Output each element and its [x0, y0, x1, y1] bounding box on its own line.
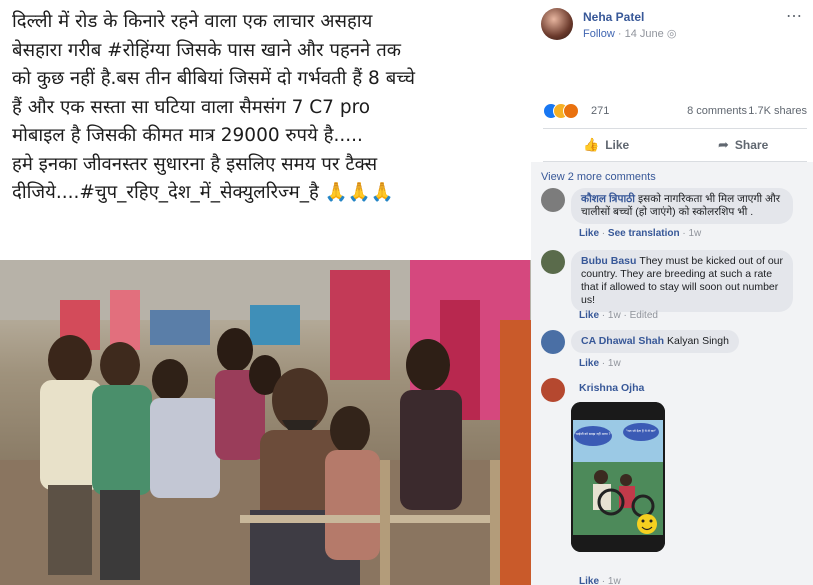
view-more-comments-link[interactable]: View 2 more comments	[541, 171, 656, 183]
post-date[interactable]: 14 June	[625, 28, 664, 40]
comment-time[interactable]: 1w	[608, 310, 621, 321]
comment-like-link[interactable]: Like	[579, 358, 599, 369]
comment-time[interactable]: 1w	[608, 576, 621, 585]
caption-line: दीजिये....#चुप_रहिए_देश_में_सेक्युलरिज्म…	[12, 182, 394, 203]
sticker-text-right: "रात जो देता है ये ले कर"	[626, 429, 656, 433]
more-options-icon[interactable]: ⋯	[786, 6, 803, 26]
comment-meta: Like · 1w	[579, 576, 621, 585]
avatar[interactable]	[541, 250, 565, 274]
comment: Bubu Basu They must be kicked out of our …	[541, 250, 803, 326]
thumbs-up-icon: 👍	[583, 137, 600, 152]
comment: CA Dhawal Shah Kalyan Singh Like · 1w	[541, 330, 803, 374]
post-photo	[0, 260, 531, 585]
caption-line: बेसहारा गरीब #रोहिंग्या जिसके पास खाने औ…	[12, 39, 401, 61]
comment-author[interactable]: Krishna Ojha	[579, 382, 644, 394]
reaction-count[interactable]: 271	[591, 105, 609, 117]
comment-meta: Like · See translation · 1w	[579, 228, 702, 239]
post-header: Neha Patel Follow · 14 June ◎ ⋯	[541, 8, 811, 42]
caption-line: हमे इनका जीवनस्तर सुधारना है इसलिए समय प…	[12, 153, 378, 175]
like-button-label: Like	[605, 138, 630, 152]
share-button[interactable]: ➦ Share	[718, 137, 768, 153]
caption-line: को कुछ नहीं है.बस तीन बीबियां जिसमें दो …	[12, 68, 415, 89]
comment-like-link[interactable]: Like	[579, 228, 599, 239]
post-actions: 👍 Like ➦ Share	[543, 128, 807, 162]
comment: Krishna Ojha "भाईजी को समझ नहीं आया ?" "…	[541, 378, 803, 585]
avatar[interactable]	[541, 330, 565, 354]
comment-author[interactable]: CA Dhawal Shah	[581, 335, 664, 347]
share-button-label: Share	[734, 138, 769, 152]
share-count[interactable]: 1.7K shares	[748, 105, 807, 117]
facebook-side-panel: Neha Patel Follow · 14 June ◎ ⋯ 271 8 co…	[531, 0, 813, 585]
see-translation-link[interactable]: See translation	[608, 228, 680, 239]
angry-reaction-icon	[563, 103, 579, 119]
comment-meta: Like · 1w · Edited	[579, 310, 658, 321]
comment-time[interactable]: 1w	[689, 228, 702, 239]
comment-like-link[interactable]: Like	[579, 310, 599, 321]
author-name[interactable]: Neha Patel	[583, 10, 644, 24]
caption-line: दिल्ली में रोड के किनारे रहने वाला एक ला…	[12, 11, 373, 32]
post-caption: दिल्ली में रोड के किनारे रहने वाला एक ला…	[12, 8, 527, 208]
caption-line: मोबाइल है जिसकी कीमत मात्र 29000 रुपये ह…	[12, 125, 363, 146]
comment-bubble: CA Dhawal Shah Kalyan Singh	[571, 330, 739, 353]
post-image-panel: दिल्ली में रोड के किनारे रहने वाला एक ला…	[0, 0, 531, 585]
author-avatar[interactable]	[541, 8, 573, 40]
reactions-bar: 271 8 comments 1.7K shares	[543, 103, 807, 121]
avatar[interactable]	[541, 378, 565, 402]
avatar[interactable]	[541, 188, 565, 212]
meme-image[interactable]: "भाईजी को समझ नहीं आया ?" "रात जो देता ह…	[571, 402, 665, 552]
sticker-text-left: "भाईजी को समझ नहीं आया ?"	[574, 432, 612, 436]
follow-link[interactable]: Follow	[583, 28, 615, 40]
edited-label[interactable]: Edited	[630, 310, 658, 321]
comment-bubble: Bubu Basu They must be kicked out of our …	[571, 250, 793, 312]
globe-icon: ◎	[666, 28, 677, 40]
comment-meta: Like · 1w	[579, 358, 621, 369]
comment-count[interactable]: 8 comments	[687, 105, 747, 117]
caption-line: हैं और एक सस्ता सा घटिया वाला सैमसंग 7 C…	[12, 96, 371, 118]
post-meta: Follow · 14 June ◎	[583, 27, 676, 40]
like-button[interactable]: 👍 Like	[583, 137, 629, 153]
comment-time[interactable]: 1w	[608, 358, 621, 369]
comment-bubble: कौशल त्रिपाठी इसको नागरिकता भी मिल जाएगी …	[571, 188, 793, 224]
share-arrow-icon: ➦	[718, 137, 729, 152]
comment-author[interactable]: कौशल त्रिपाठी	[581, 193, 635, 205]
comment-like-link[interactable]: Like	[579, 576, 599, 585]
comment-author[interactable]: Bubu Basu	[581, 255, 636, 267]
comment-text: Kalyan Singh	[667, 335, 729, 347]
comments-section: View 2 more comments कौशल त्रिपाठी इसको न…	[531, 162, 813, 585]
meta-dot: ·	[617, 28, 625, 40]
comment: कौशल त्रिपाठी इसको नागरिकता भी मिल जाएगी …	[541, 188, 803, 250]
